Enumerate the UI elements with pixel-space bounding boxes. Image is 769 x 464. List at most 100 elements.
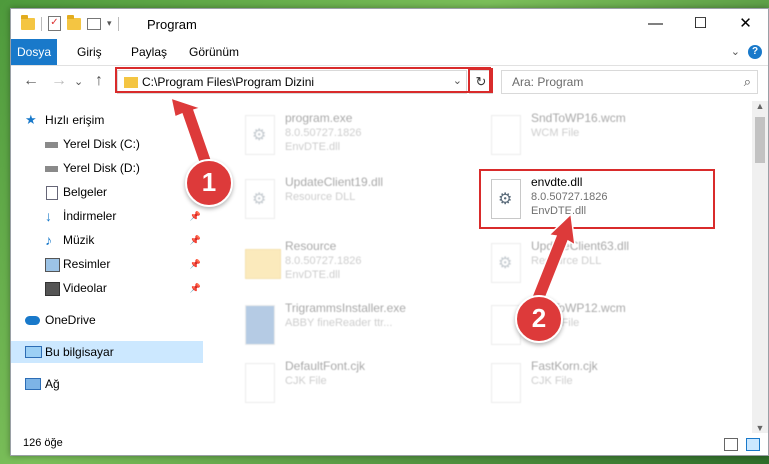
search-placeholder: Ara: Program — [512, 75, 584, 89]
tab-home[interactable]: Giriş — [67, 39, 112, 65]
status-bar: 126 öğe — [11, 433, 768, 455]
tab-share[interactable]: Paylaş — [121, 39, 177, 65]
sidebar-item-label: Müzik — [63, 233, 95, 247]
scroll-up-icon[interactable]: ▲ — [752, 101, 768, 111]
star-icon: ★ — [25, 112, 37, 127]
search-input[interactable]: Ara: Program ⌕ — [501, 70, 758, 94]
music-icon: ♪ — [45, 232, 52, 248]
explorer-window: ✓ ▾ Program — ☐ ✕ Dosya Giriş Paylaş Gör… — [10, 8, 769, 456]
sidebar-item-label: Ağ — [45, 377, 60, 391]
sidebar-item-label: Belgeler — [63, 185, 108, 199]
file-detail: Resource DLL — [531, 255, 602, 267]
address-highlight-box — [115, 67, 491, 93]
file-detail: EnvDTE.dll — [285, 269, 341, 281]
file-item[interactable]: FastKorn.cjk CJK File — [483, 357, 723, 413]
title-bar: ✓ ▾ Program — ☐ ✕ — [11, 9, 768, 39]
vertical-scrollbar[interactable]: ▲ ▼ — [752, 101, 768, 433]
file-item[interactable]: program.exe 8.0.50727.1826 EnvDTE.dll — [237, 109, 477, 165]
navigation-bar: ← → ⌄ ↑ C:\Program Files\Program Dizini … — [11, 67, 768, 97]
sidebar-item-label: Bu bilgisayar — [45, 345, 114, 359]
sidebar-item-quick-access[interactable]: ★ Hızlı erişim — [11, 109, 203, 131]
file-detail: EnvDTE.dll — [285, 141, 341, 153]
sidebar-item-label: OneDrive — [45, 313, 96, 327]
view-icon[interactable] — [87, 17, 101, 30]
file-name: SndToWP16.wcm — [531, 111, 626, 125]
sidebar-item-label: Resimler — [63, 257, 111, 271]
folder-icon — [245, 249, 281, 279]
sidebar-item-music[interactable]: ♪ Müzik 📌 — [11, 229, 203, 251]
installer-icon — [245, 305, 275, 345]
sidebar-item-label: İndirmeler — [63, 209, 117, 223]
sidebar-item-onedrive[interactable]: OneDrive — [11, 309, 203, 331]
sidebar-item-videos[interactable]: Videolar 📌 — [11, 277, 203, 299]
file-highlight-box — [479, 169, 715, 229]
file-name: UpdateClient63.dll — [531, 239, 630, 253]
properties-icon[interactable]: ✓ — [48, 16, 61, 31]
file-detail: ABBY fineReader ttr... — [285, 317, 393, 329]
file-item[interactable]: Resource 8.0.50727.1826 EnvDTE.dll — [237, 237, 477, 293]
step-2-badge: 2 — [515, 295, 563, 343]
sidebar-item-disk-d[interactable]: Yerel Disk (D:) — [11, 157, 203, 179]
tab-file[interactable]: Dosya — [11, 39, 57, 65]
pin-icon[interactable]: 📌 — [190, 253, 201, 275]
quick-access-toolbar: ✓ ▾ — [21, 14, 119, 31]
large-icons-view-icon[interactable] — [746, 438, 760, 451]
file-detail: Resource DLL — [285, 191, 356, 203]
file-icon — [245, 363, 275, 403]
step-1-badge: 1 — [185, 159, 233, 207]
sidebar-item-network[interactable]: Ağ — [11, 373, 203, 395]
divider — [117, 16, 119, 31]
sidebar-item-downloads[interactable]: ↓ İndirmeler 📌 — [11, 205, 203, 227]
forward-button[interactable]: → — [51, 72, 67, 90]
window-title: Program — [147, 17, 197, 32]
network-icon — [25, 378, 41, 390]
recent-locations-button[interactable]: ⌄ — [74, 75, 83, 88]
maximize-button[interactable]: ☐ — [678, 9, 723, 39]
file-name: FastKorn.cjk — [531, 359, 598, 373]
scroll-down-icon[interactable]: ▼ — [752, 423, 768, 433]
file-item[interactable]: SndToWP16.wcm WCM File — [483, 109, 723, 165]
computer-icon — [25, 346, 42, 358]
download-icon: ↓ — [45, 208, 52, 224]
sidebar-item-label: Videolar — [63, 281, 107, 295]
file-detail: WCM File — [531, 127, 580, 139]
file-detail: CJK File — [285, 375, 327, 387]
back-button[interactable]: ← — [23, 72, 39, 90]
search-icon[interactable]: ⌕ — [744, 74, 751, 90]
pictures-icon — [45, 258, 60, 272]
file-item[interactable]: TrigrammsInstaller.exe ABBY fineReader t… — [237, 299, 477, 355]
file-item[interactable]: DefaultFont.cjk CJK File — [237, 357, 477, 413]
exe-file-icon — [245, 115, 275, 155]
sidebar-item-documents[interactable]: Belgeler — [11, 181, 203, 203]
expand-ribbon-icon[interactable]: ⌄ — [731, 45, 740, 58]
customize-toolbar-icon[interactable]: ▾ — [107, 18, 112, 29]
sidebar-item-this-pc[interactable]: Bu bilgisayar — [11, 341, 203, 363]
document-icon — [46, 186, 58, 200]
pin-icon[interactable]: 📌 — [190, 205, 201, 227]
pin-icon[interactable]: 📌 — [190, 229, 201, 251]
ribbon-tabs: Dosya Giriş Paylaş Görünüm ⌄ ? — [11, 39, 768, 66]
dll-file-icon — [491, 243, 521, 283]
details-view-icon[interactable] — [724, 438, 738, 451]
video-icon — [45, 282, 60, 296]
folder-icon[interactable] — [21, 14, 35, 30]
file-item[interactable]: UpdateClient63.dll Resource DLL — [483, 237, 723, 293]
sidebar-item-pictures[interactable]: Resimler 📌 — [11, 253, 203, 275]
item-count: 126 öğe — [23, 437, 63, 449]
tab-view[interactable]: Görünüm — [179, 39, 249, 65]
refresh-highlight-box — [468, 68, 493, 93]
sidebar-item-label: Yerel Disk (D:) — [63, 161, 140, 175]
dll-file-icon — [245, 179, 275, 219]
minimize-button[interactable]: — — [633, 9, 678, 39]
up-button[interactable]: ↑ — [95, 72, 103, 90]
file-item[interactable]: UpdateClient19.dll Resource DLL — [237, 173, 477, 229]
scroll-thumb[interactable] — [755, 117, 765, 163]
file-list: program.exe 8.0.50727.1826 EnvDTE.dll Sn… — [217, 101, 752, 433]
sidebar-item-disk-c[interactable]: Yerel Disk (C:) — [11, 133, 203, 155]
new-folder-icon[interactable] — [67, 14, 81, 30]
file-detail: 8.0.50727.1826 — [285, 127, 362, 139]
file-detail: CJK File — [531, 375, 573, 387]
pin-icon[interactable]: 📌 — [190, 277, 201, 299]
help-icon[interactable]: ? — [748, 45, 762, 59]
close-button[interactable]: ✕ — [723, 9, 768, 39]
